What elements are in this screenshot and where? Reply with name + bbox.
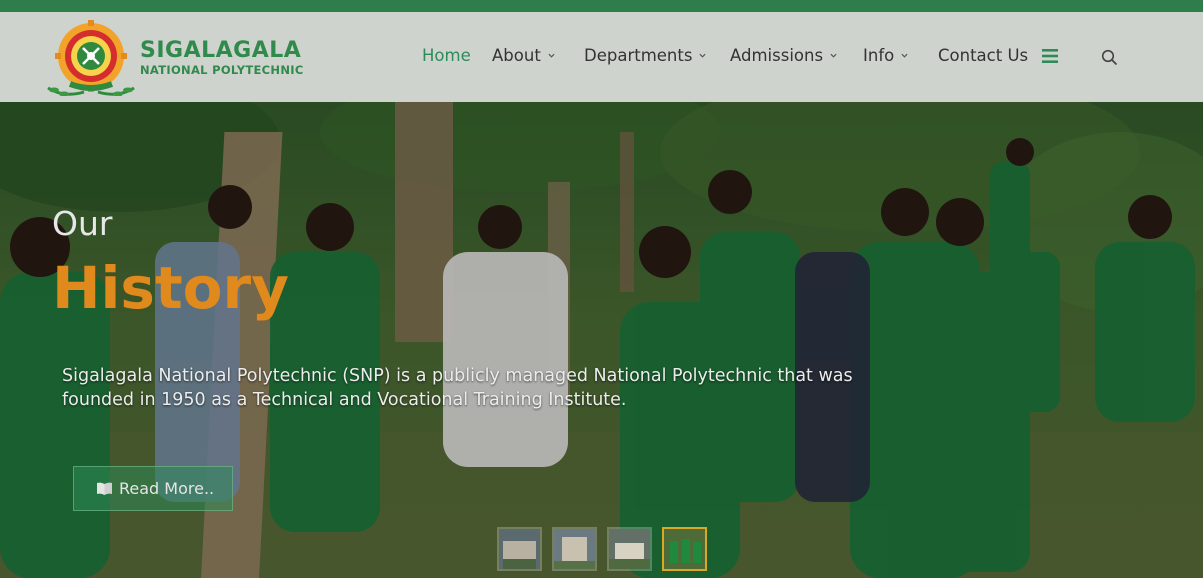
nav-item-label: Contact Us	[938, 46, 1029, 65]
hero-banner: Our History Sigalagala National Polytech…	[0, 102, 1203, 578]
nav-item-label: Info	[863, 46, 895, 65]
hero-description: Sigalagala National Polytechnic (SNP) is…	[62, 366, 853, 410]
chevron-down-icon	[901, 53, 908, 58]
slider-thumbnails	[497, 527, 717, 571]
chevron-down-icon	[830, 53, 837, 58]
nav-item-info[interactable]: Info	[863, 46, 908, 65]
nav-item-label: Home	[422, 46, 471, 65]
read-more-button[interactable]: Read More..	[73, 466, 233, 511]
nav-item-label: Departments	[584, 46, 693, 65]
slide-thumbnail[interactable]	[552, 527, 597, 571]
site-header: SIGALAGALA NATIONAL POLYTECHNIC Home Abo…	[0, 12, 1203, 102]
read-more-label: Read More..	[119, 479, 215, 498]
building-thumbnail-icon	[554, 529, 595, 569]
top-accent-bar	[0, 0, 1203, 12]
search-icon[interactable]	[1101, 49, 1118, 66]
building-thumbnail-icon	[499, 529, 540, 569]
book-icon	[97, 482, 112, 495]
nav-item-admissions[interactable]: Admissions	[730, 46, 837, 65]
chevron-down-icon	[699, 53, 706, 58]
slide-thumbnail[interactable]	[497, 527, 542, 571]
hamburger-icon[interactable]	[1042, 49, 1058, 63]
nav-item-contact-us[interactable]: Contact Us	[938, 46, 1028, 65]
nav-item-about[interactable]: About	[492, 46, 555, 65]
students-thumbnail-icon	[664, 529, 705, 569]
nav-item-departments[interactable]: Departments	[584, 46, 706, 65]
hero-title: History	[52, 254, 289, 322]
hero-kicker: Our	[52, 204, 113, 243]
nav-item-home[interactable]: Home	[422, 46, 471, 65]
nav-item-label: About	[492, 46, 541, 65]
slide-thumbnail-active[interactable]	[662, 527, 707, 571]
slide-thumbnail[interactable]	[607, 527, 652, 571]
building-thumbnail-icon	[609, 529, 650, 569]
nav-item-label: Admissions	[730, 46, 824, 65]
chevron-down-icon	[548, 53, 555, 58]
main-nav: Home About Departments Admissions Info C…	[0, 46, 1203, 70]
